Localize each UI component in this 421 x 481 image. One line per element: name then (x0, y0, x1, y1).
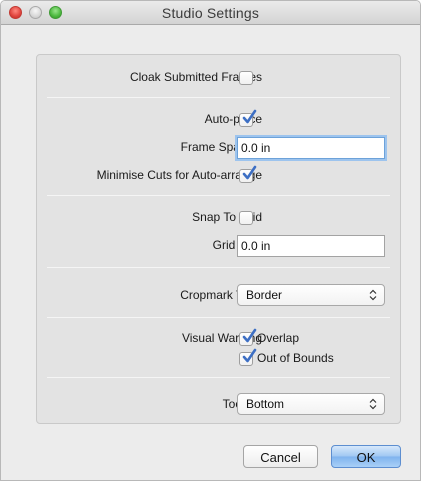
toolbar-position-value: Bottom (246, 397, 285, 411)
out-of-bounds-label: Out of Bounds (257, 351, 334, 365)
minimise-cuts-label: Minimise Cuts for Auto-arrange (96, 168, 262, 182)
overlap-checkbox[interactable] (239, 328, 257, 346)
toolbar-position-popup[interactable]: Bottom (237, 393, 385, 415)
window-title: Studio Settings (161, 5, 260, 21)
chevron-updown-icon (369, 289, 377, 301)
separator (47, 195, 390, 196)
checkmark-icon (242, 328, 257, 343)
settings-window: Studio Settings Cloak Submitted Frames A… (0, 0, 421, 481)
snap-to-grid-checkbox[interactable] (239, 211, 253, 225)
cloak-submitted-frames-checkbox[interactable] (239, 71, 253, 85)
minimise-cuts-checkbox[interactable] (239, 165, 257, 183)
ok-button[interactable]: OK (331, 445, 401, 468)
checkmark-icon (242, 348, 257, 363)
separator (47, 267, 390, 268)
auto-place-checkbox[interactable] (239, 109, 257, 127)
title-bar: Studio Settings (1, 1, 420, 25)
overlap-label: Overlap (257, 331, 300, 345)
frame-spacing-field[interactable]: 0.0 in (237, 137, 385, 159)
cancel-button[interactable]: Cancel (243, 445, 318, 468)
chevron-updown-icon (369, 398, 377, 410)
grid-size-field[interactable]: 0.0 in (237, 235, 385, 257)
checkmark-icon (242, 109, 257, 124)
checkmark-icon (242, 165, 257, 180)
cropmark-type-popup[interactable]: Border (237, 284, 385, 306)
separator (47, 377, 390, 378)
separator (47, 97, 390, 98)
cropmark-type-value: Border (246, 288, 283, 302)
separator (47, 317, 390, 318)
out-of-bounds-checkbox[interactable] (239, 348, 257, 366)
settings-group: Cloak Submitted Frames Auto-place Frame … (36, 54, 401, 424)
